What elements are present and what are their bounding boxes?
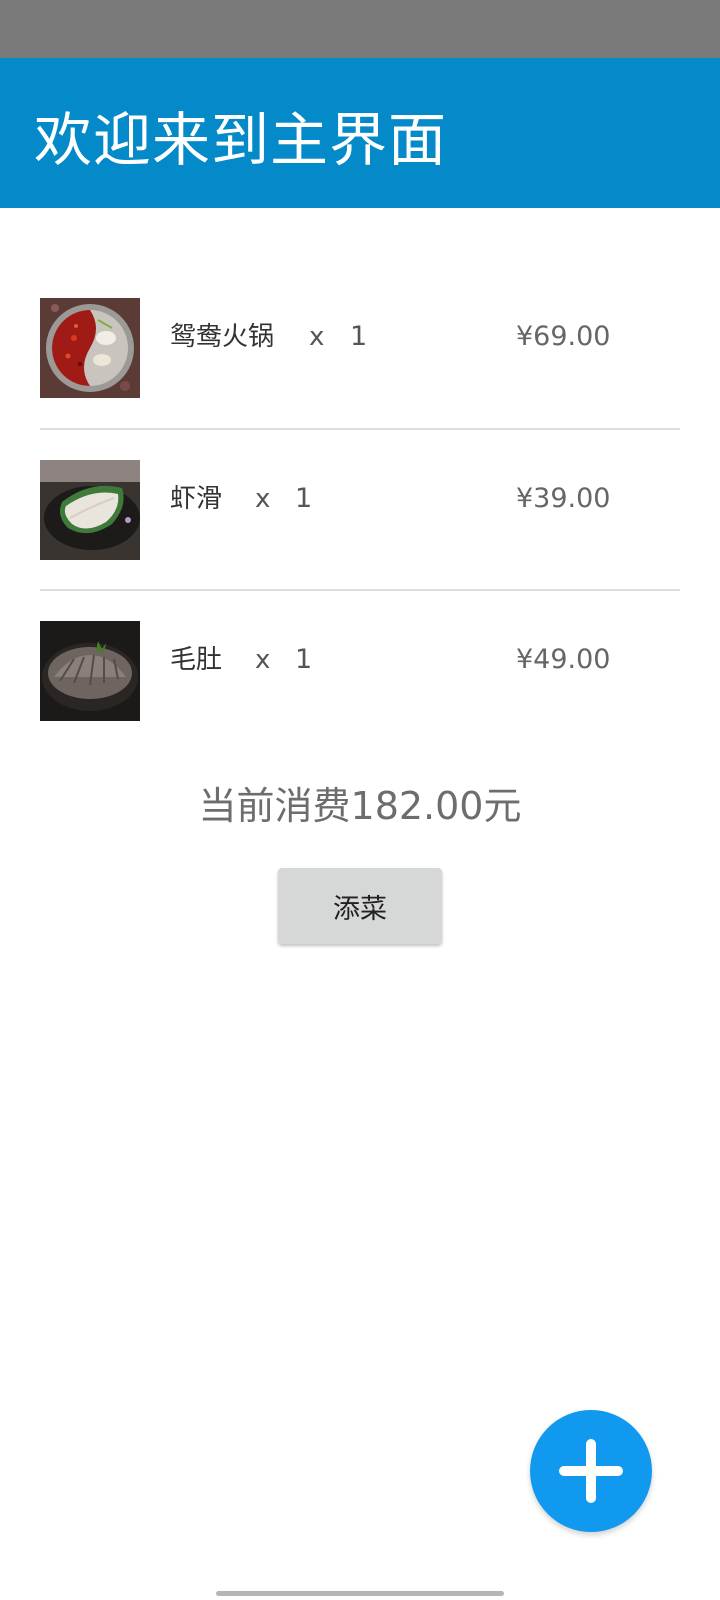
item-name: 毛肚 <box>170 645 223 675</box>
item-price: ¥39.00 <box>516 483 611 514</box>
order-item-hotpot[interactable]: 鸳鸯火锅 x 1 ¥69.00 <box>0 298 720 398</box>
plus-icon <box>559 1439 623 1503</box>
divider <box>40 589 680 591</box>
status-bar <box>0 0 720 58</box>
item-quantity: 1 <box>295 644 313 675</box>
item-price: ¥49.00 <box>516 644 611 675</box>
shrimp-paste-image <box>40 460 140 560</box>
quantity-multiplier: x <box>255 645 271 675</box>
hotpot-image <box>40 298 140 398</box>
add-dish-button[interactable]: 添菜 <box>278 868 442 944</box>
item-quantity: 1 <box>295 483 313 514</box>
add-fab-button[interactable] <box>530 1410 652 1532</box>
order-item-tripe[interactable]: 毛肚 x 1 ¥49.00 <box>0 621 720 721</box>
tripe-image <box>40 621 140 721</box>
home-indicator[interactable] <box>216 1591 504 1596</box>
item-price: ¥69.00 <box>516 321 611 352</box>
quantity-multiplier: x <box>309 322 325 352</box>
quantity-multiplier: x <box>255 484 271 514</box>
item-name: 虾滑 <box>170 484 223 514</box>
order-item-shrimp-paste[interactable]: 虾滑 x 1 ¥39.00 <box>0 460 720 560</box>
item-name: 鸳鸯火锅 <box>170 322 275 352</box>
page-title: 欢迎来到主界面 <box>34 106 448 174</box>
total-spending: 当前消费182.00元 <box>198 784 522 828</box>
item-quantity: 1 <box>350 321 368 352</box>
divider <box>40 428 680 430</box>
